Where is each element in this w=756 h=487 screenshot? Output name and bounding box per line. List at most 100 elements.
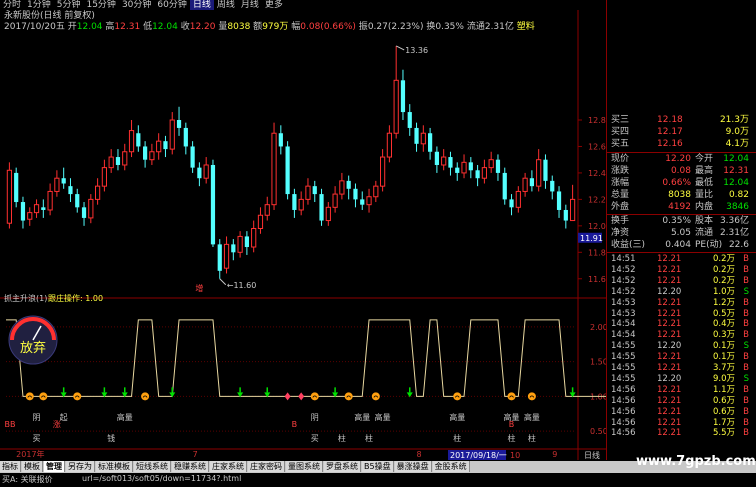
indicator-signal-label: BB	[5, 420, 16, 429]
bottom-tab[interactable]: 暴涨操盘	[394, 461, 432, 472]
tick-time: 14:54	[611, 319, 636, 330]
bottom-tab[interactable]: 指标	[0, 461, 21, 472]
tick-price: 12.20	[657, 373, 682, 384]
bottom-tab[interactable]: 模板	[22, 461, 43, 472]
bottom-tab[interactable]: B5操盘	[362, 461, 394, 472]
bid-level-row: 买五 12.16 4.1万	[607, 138, 755, 150]
fin-label: 收益(三)	[611, 240, 646, 250]
candle-body	[475, 170, 480, 179]
signal-face-icon	[73, 392, 82, 401]
tick-row: 14:56 12.21 0.6万 B	[607, 396, 755, 407]
fin-row: 收益(三) 0.404 PE(动) 22.6	[607, 239, 755, 251]
indicator-value: 跟庄操作: 1.00	[48, 293, 103, 303]
bottom-tab[interactable]: 量图系统	[286, 461, 323, 472]
fin-value: 3.36亿	[719, 216, 749, 226]
bottom-tab[interactable]: 标准模板	[96, 461, 133, 472]
stat-row: 现价 12.20 今开 12.04	[607, 153, 755, 165]
candle-body	[108, 156, 114, 169]
candle-body	[305, 185, 311, 200]
tick-volume: 9.0万	[712, 373, 735, 384]
tick-side: B	[743, 352, 749, 363]
candle-body	[515, 190, 521, 208]
quote-panel: 买三 12.18 21.3万 买四 12.17 9.0万 买五 12.16 4.1万 现价 12.…	[606, 0, 756, 460]
tick-side: B	[743, 275, 749, 286]
watermark: www.7gpzb.com	[636, 454, 756, 469]
fin-label: 股本	[695, 216, 714, 226]
tick-price: 12.21	[657, 319, 682, 330]
buy-diamond-icon	[298, 392, 305, 401]
indicator-signal-label: 阴	[311, 413, 319, 422]
candle-body	[75, 194, 80, 208]
bottom-tab[interactable]: 金股系统	[432, 461, 470, 472]
bottom-tab[interactable]: 庄家密码	[248, 461, 285, 472]
stat-label: 涨跌	[611, 166, 630, 176]
tick-time: 14:55	[611, 352, 636, 363]
price-axis-label: 11.80	[588, 248, 606, 257]
candle-body	[115, 157, 121, 165]
bottom-tab[interactable]: 管理	[44, 461, 65, 472]
candle-body	[33, 204, 40, 214]
signal-face-icon	[371, 392, 380, 401]
tick-volume: 0.2万	[712, 254, 735, 264]
time-axis-label: 2017年	[16, 449, 44, 459]
candle-body	[20, 202, 26, 221]
tick-row: 14:54 12.21 0.3万 B	[607, 330, 755, 341]
indicator-signal-label: 高量	[354, 412, 370, 422]
fin-label: PE(动)	[695, 240, 723, 250]
candle-body	[149, 151, 155, 161]
candle-body	[407, 112, 412, 128]
stat-label: 总量	[611, 190, 630, 200]
tick-side: B	[743, 254, 749, 264]
bottom-tab[interactable]: 稳赚系统	[172, 461, 209, 472]
indicator-signal-label: 高量	[524, 412, 540, 422]
indicator-axis-label: 0.50	[590, 427, 606, 436]
candle-body	[428, 133, 433, 152]
bottom-tab[interactable]: 另存为	[66, 461, 95, 472]
tick-volume: 1.7万	[712, 417, 735, 428]
candle-body	[231, 244, 236, 253]
signal-face-icon	[344, 392, 353, 401]
time-cursor-label: 2017/09/18/一	[450, 451, 507, 460]
fin-value: 5.05	[670, 228, 691, 238]
bid-label: 买五	[611, 139, 630, 149]
indicator-line	[6, 319, 606, 397]
candle-body	[285, 146, 290, 195]
candle-body	[332, 193, 338, 208]
bottom-tab[interactable]: 庄家系统	[210, 461, 247, 472]
candle-body	[529, 178, 534, 187]
fin-value: 0.35%	[662, 216, 691, 226]
signal-face-icon	[39, 392, 48, 401]
candle-body	[183, 127, 188, 147]
candle-body	[448, 157, 453, 168]
tick-row: 14:56 12.21 1.1万 B	[607, 385, 755, 396]
candle-body	[68, 186, 73, 195]
tick-price: 12.20	[657, 341, 682, 352]
signal-face-icon	[453, 392, 462, 401]
indicator-axis-label: 1.50	[590, 358, 606, 367]
bottom-tab[interactable]: 短线系统	[134, 461, 171, 472]
candle-body	[509, 199, 514, 208]
price-marker-label: 11.91	[580, 234, 603, 243]
fin-label: 换手	[611, 216, 630, 226]
tick-side: B	[743, 319, 749, 330]
tick-row: 14:52 12.21 0.2万 B	[607, 265, 755, 276]
tick-row: 14:55 12.21 3.7万 B	[607, 363, 755, 374]
bottom-tab[interactable]: 罗盘系统	[324, 461, 361, 472]
candle-body	[393, 79, 399, 134]
stat-value: 8038	[668, 190, 691, 200]
tick-row: 14:51 12.21 0.2万 B	[607, 254, 755, 265]
candle-body	[481, 167, 487, 179]
tick-volume: 0.1万	[712, 341, 735, 352]
main-marker: 增	[195, 283, 203, 293]
tick-volume: 0.2万	[712, 264, 735, 275]
gauge-status-label: 放弃	[20, 341, 46, 356]
stat-value: 0.66%	[662, 178, 691, 188]
stock-chart[interactable]: 12.80 12.60 12.40 12.20 12.00 11.91 11.80 11.60…	[0, 0, 606, 487]
bid-label: 买四	[611, 127, 630, 137]
indicator-signal-label: 涨	[53, 419, 61, 429]
fin-value: 22.6	[728, 240, 749, 250]
stat-row: 涨幅 0.66% 最低 12.04	[607, 177, 755, 189]
candle-body	[461, 161, 467, 174]
stat-value: 12.04	[723, 178, 749, 188]
tick-list[interactable]: 14:51 12.21 0.2万 B 14:52 12.21 0.2万 B 14:52 12.21…	[607, 254, 756, 444]
